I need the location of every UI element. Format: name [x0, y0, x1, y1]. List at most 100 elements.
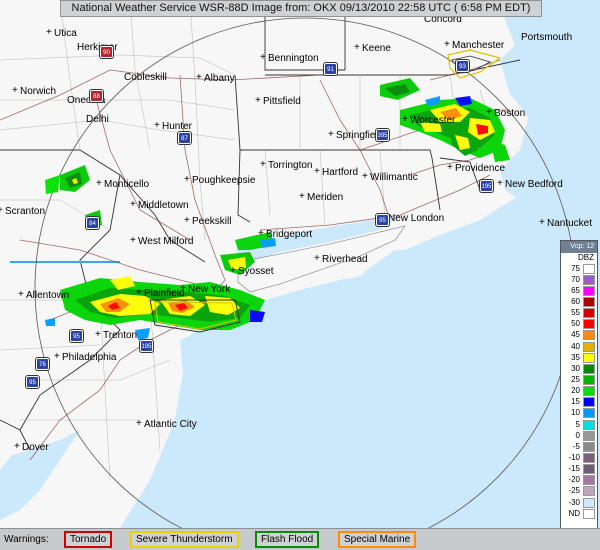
- legend-swatch: [583, 374, 595, 385]
- warning-special-marine[interactable]: Special Marine: [338, 531, 417, 548]
- legend-swatch: [583, 363, 595, 374]
- interstate-shield: 195: [480, 180, 493, 192]
- radar-map: Concord Utica Herkimer Bennington Keene …: [0, 0, 600, 528]
- legend-level-label: 0: [575, 430, 580, 440]
- city-label: Riverhead: [314, 253, 368, 265]
- legend-swatch: [583, 274, 595, 285]
- city-label: Keene: [354, 42, 391, 54]
- warnings-bar: Warnings: Tornado Severe Thunderstorm Fl…: [0, 528, 600, 550]
- dbz-legend: Vcp: 12 DBZ 75 70 65 60 55 50 45 40 35 30 25 20 15 10…: [560, 240, 598, 541]
- city-label: Scranton: [0, 205, 45, 217]
- legend-level: 20: [561, 386, 597, 397]
- state-line-ny-ma: [234, 74, 241, 151]
- city-label: Willimantic: [362, 171, 418, 183]
- legend-level: 50: [561, 319, 597, 330]
- city-label: Nantucket: [539, 217, 592, 229]
- legend-swatch: [583, 441, 595, 452]
- legend-level: 45: [561, 330, 597, 341]
- legend-level-label: 60: [571, 296, 580, 306]
- legend-level: 70: [561, 274, 597, 285]
- legend-unit: DBZ: [578, 253, 594, 262]
- header-title: National Weather Service WSR-88D Image f…: [60, 0, 542, 17]
- interstate-shield: 88: [90, 90, 103, 102]
- interstate-shield: 395: [376, 129, 389, 141]
- legend-level: 35: [561, 352, 597, 363]
- state-line-ny-ct: [237, 149, 251, 223]
- interstate-shield: 195: [140, 340, 153, 352]
- city-label: Portsmouth: [521, 32, 573, 43]
- legend-level-label: 65: [571, 285, 580, 295]
- legend-swatch: [583, 486, 595, 497]
- city-label: Philadelphia: [54, 351, 116, 363]
- city-label: Trenton: [95, 329, 137, 341]
- interstate-shield: 95: [70, 330, 83, 342]
- legend-level: -30: [561, 497, 597, 508]
- interstate-shield: 84: [86, 217, 99, 229]
- legend-swatch: [583, 419, 595, 430]
- city-label: Providence: [447, 162, 505, 174]
- city-label: Poughkeepsie: [184, 174, 255, 186]
- legend-level-label: -15: [568, 464, 580, 474]
- legend-swatch: [583, 308, 595, 319]
- legend-level: 75: [561, 263, 597, 274]
- legend-level-label: 5: [575, 419, 580, 429]
- legend-level-label: 75: [571, 263, 580, 273]
- legend-level: 40: [561, 341, 597, 352]
- city-label: New Bedford: [497, 178, 563, 190]
- warning-severe-thunderstorm[interactable]: Severe Thunderstorm: [130, 531, 239, 548]
- legend-level-label: -25: [568, 486, 580, 496]
- interstate-shield: 76: [36, 358, 49, 370]
- city-label: West Milford: [130, 235, 193, 247]
- state-line-ny-pa: [0, 149, 171, 241]
- legend-swatch: [583, 497, 595, 508]
- interstate-shield: 95: [376, 214, 389, 226]
- legend-level: 30: [561, 363, 597, 374]
- legend-swatch: [583, 386, 595, 397]
- city-label: Monticello: [96, 178, 149, 190]
- city-label: Boston: [486, 107, 525, 119]
- legend-level-label: 70: [571, 274, 580, 284]
- legend-level: ND: [561, 508, 597, 519]
- legend-swatch: [583, 430, 595, 441]
- city-label: Cobleskill: [124, 72, 167, 83]
- interstate-shield: 90: [100, 46, 113, 58]
- legend-swatch: [583, 352, 595, 363]
- legend-level: 55: [561, 308, 597, 319]
- city-label: New York: [180, 283, 230, 295]
- city-label: Peekskill: [184, 215, 232, 227]
- city-label: New London: [380, 212, 444, 224]
- interstate-shield: 91: [324, 63, 337, 75]
- legend-swatch: [583, 464, 595, 475]
- legend-level: -10: [561, 452, 597, 463]
- legend-swatch: [583, 408, 595, 419]
- legend-level: 5: [561, 419, 597, 430]
- legend-level-label: 30: [571, 363, 580, 373]
- legend-level-label: -20: [568, 475, 580, 485]
- legend-level-label: 10: [571, 408, 580, 418]
- city-label: Atlantic City: [136, 418, 197, 430]
- interstate-shield: 93: [456, 60, 469, 72]
- warning-tornado[interactable]: Tornado: [64, 531, 113, 548]
- legend-level-label: 25: [571, 374, 580, 384]
- legend-level: 25: [561, 374, 597, 385]
- legend-level-label: 20: [571, 386, 580, 396]
- warnings-label: Warnings:: [4, 534, 49, 545]
- city-label: Syosset: [230, 265, 273, 277]
- city-label: Utica: [46, 27, 77, 39]
- legend-level-label: 50: [571, 319, 580, 329]
- legend-level-label: 45: [571, 330, 580, 340]
- legend-level: 65: [561, 285, 597, 296]
- warning-flash-flood[interactable]: Flash Flood: [255, 531, 320, 548]
- legend-level: 0: [561, 430, 597, 441]
- legend-swatch: [583, 475, 595, 486]
- city-label: Delhi: [86, 114, 109, 125]
- legend-level-label: 40: [571, 341, 580, 351]
- city-label: Plainfield: [136, 287, 185, 299]
- legend-level: 15: [561, 397, 597, 408]
- city-label: Norwich: [12, 85, 56, 97]
- legend-level-label: -10: [568, 452, 580, 462]
- legend-swatch: [583, 285, 595, 296]
- legend-level: -20: [561, 475, 597, 486]
- city-label: Bridgeport: [258, 228, 312, 240]
- legend-level: -15: [561, 464, 597, 475]
